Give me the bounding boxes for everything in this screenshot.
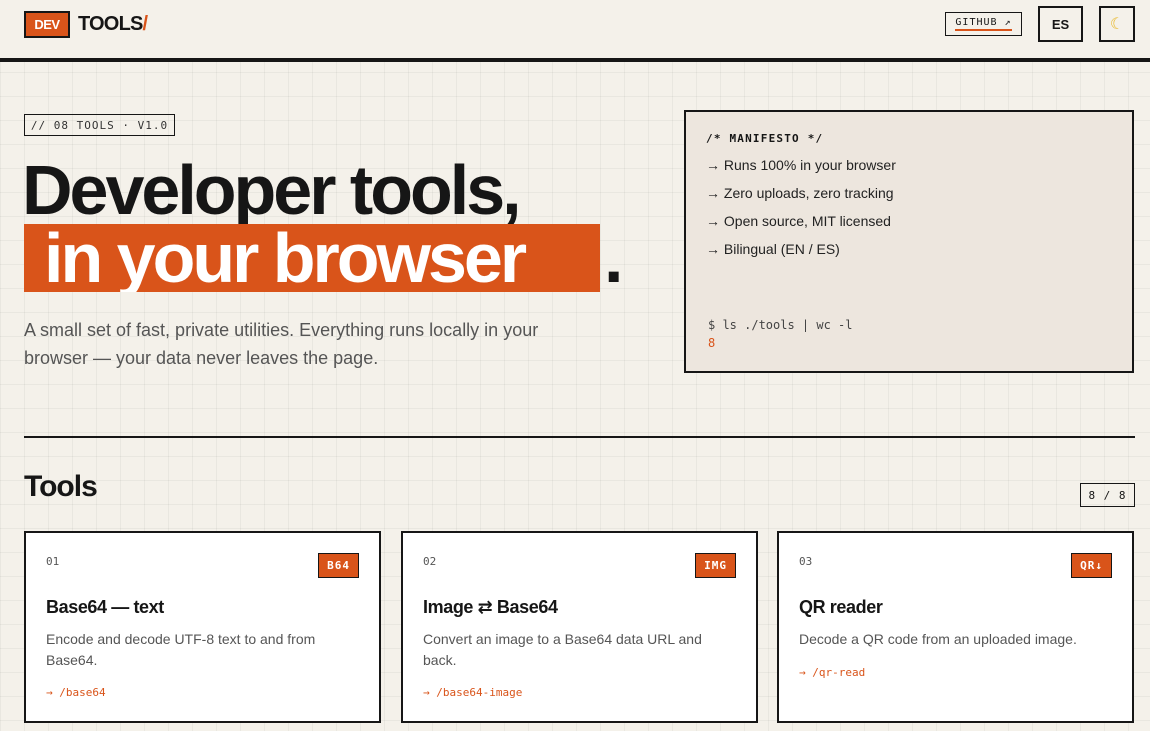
manifesto-item: → Zero uploads, zero tracking <box>706 185 894 201</box>
card-link[interactable]: → /base64 <box>46 686 106 699</box>
language-toggle-button[interactable]: ES <box>1038 6 1083 42</box>
logo-dev-badge: DEV <box>24 11 70 38</box>
tool-card-qr-reader[interactable]: 03 QR↓ QR reader Decode a QR code from a… <box>777 531 1134 723</box>
tool-card-base64-image[interactable]: 02 IMG Image ⇄ Base64 Convert an image t… <box>401 531 758 723</box>
terminal-output: 8 <box>708 336 716 350</box>
card-title: Image ⇄ Base64 <box>423 597 558 617</box>
tools-heading: Tools <box>24 470 98 503</box>
manifesto-item: → Bilingual (EN / ES) <box>706 241 840 257</box>
card-description: Decode a QR code from an uploaded image. <box>799 631 1077 647</box>
github-link-button[interactable]: GITHUB ↗ <box>945 12 1022 36</box>
theme-toggle-button[interactable]: ☾ <box>1099 6 1135 42</box>
card-description: Convert an image to a Base64 data URL an… <box>423 631 702 668</box>
hero-title-line2-wrap: in your browser . <box>24 219 624 297</box>
site-logo[interactable]: DEV TOOLS / <box>24 11 148 38</box>
moon-icon: ☾ <box>1109 16 1125 33</box>
github-link-label: GITHUB ↗ <box>955 17 1012 31</box>
version-badge: // 08 TOOLS · V1.0 <box>24 114 175 136</box>
hero-title-line1: Developer tools, <box>22 151 522 229</box>
hero-title-highlight: in your browser <box>24 224 600 292</box>
card-tag: B64 <box>318 553 359 578</box>
card-number: 01 <box>46 555 60 568</box>
card-description: Encode and decode UTF-8 text to and from… <box>46 631 316 668</box>
section-divider <box>24 436 1135 438</box>
card-link[interactable]: → /base64-image <box>423 686 522 699</box>
tools-count-badge: 8 / 8 <box>1080 483 1135 507</box>
site-header: DEV TOOLS / GITHUB ↗ ES ☾ <box>0 0 1150 62</box>
logo-slash: / <box>142 13 149 35</box>
card-number: 02 <box>423 555 437 568</box>
card-number: 03 <box>799 555 813 568</box>
manifesto-panel: /* MANIFESTO */ → Runs 100% in your brow… <box>684 110 1134 373</box>
card-title: Base64 — text <box>46 597 164 617</box>
card-link[interactable]: → /qr-read <box>799 666 865 679</box>
tool-card-base64[interactable]: 01 B64 Base64 — text Encode and decode U… <box>24 531 381 723</box>
logo-tools-text: TOOLS <box>78 13 143 35</box>
manifesto-item: → Runs 100% in your browser <box>706 157 896 173</box>
card-tag: IMG <box>695 553 736 578</box>
manifesto-item: → Open source, MIT licensed <box>706 213 891 229</box>
card-title: QR reader <box>799 597 883 617</box>
manifesto-title: /* MANIFESTO */ <box>706 132 824 145</box>
card-tag: QR↓ <box>1071 553 1112 578</box>
terminal-command: $ ls ./tools | wc -l <box>708 318 853 332</box>
hero-lead: A small set of fast, private utilities. … <box>24 320 539 368</box>
hero-title-dot: . <box>604 219 624 297</box>
